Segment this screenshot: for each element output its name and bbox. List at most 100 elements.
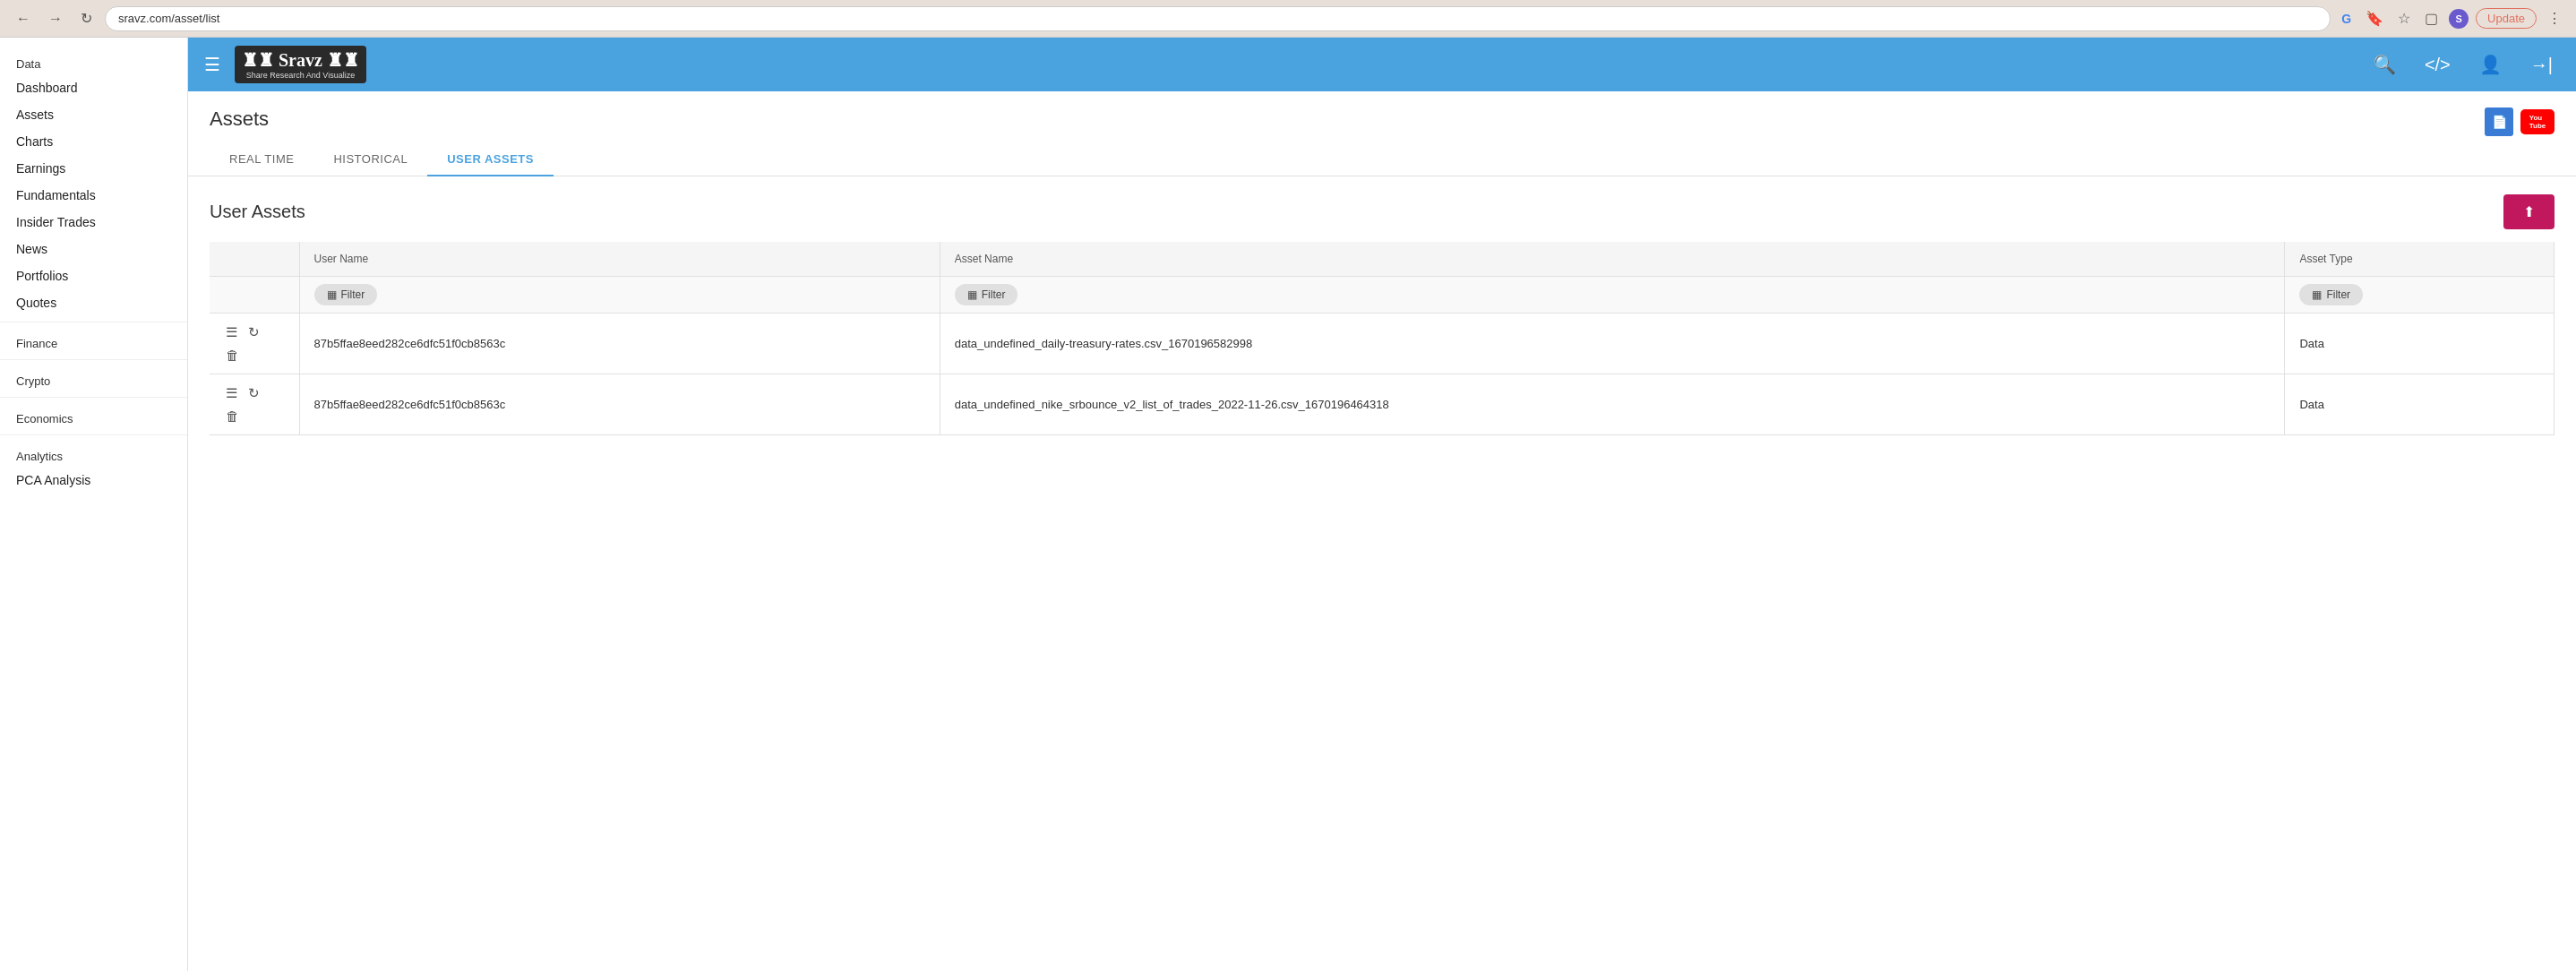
row1-list-button[interactable]: ☰	[224, 322, 239, 342]
top-nav: ☰ ♜♜ Sravz ♜♜ Share Research And Visuali…	[188, 38, 2576, 91]
youtube-icon[interactable]: YouTube	[2520, 109, 2555, 134]
search-icon-button[interactable]: 🔍	[2366, 50, 2403, 79]
forward-button[interactable]: →	[43, 9, 68, 29]
row1-assettype: Data	[2285, 314, 2555, 374]
filter-icon-username: ▦	[327, 288, 337, 301]
back-button[interactable]: ←	[11, 9, 36, 29]
table-row: ☰ ↻ 🗑 87b5ffae8eed282ce6dfc51f0cb8563c d…	[210, 314, 2555, 374]
sidebar-item-portfolios[interactable]: Portfolios	[0, 262, 187, 289]
sidebar-divider-3	[0, 397, 187, 398]
sidebar-section-crypto: Crypto	[0, 365, 187, 391]
sidebar-section-finance: Finance	[0, 328, 187, 354]
section-title: User Assets	[210, 202, 305, 222]
filter-icon-assetname: ▦	[967, 288, 977, 301]
bookmark-button[interactable]: 🔖	[2362, 8, 2387, 29]
row2-actions-cell: ☰ ↻ 🗑	[210, 374, 299, 435]
col-username: User Name	[299, 242, 940, 277]
filter-username-label: Filter	[341, 288, 365, 301]
app-container: Data Dashboard Assets Charts Earnings Fu…	[0, 38, 2576, 971]
sidebar-item-news[interactable]: News	[0, 236, 187, 262]
filter-assetname-button[interactable]: ▦ Filter	[955, 284, 1018, 305]
menu-button[interactable]: ⋮	[2544, 8, 2565, 29]
sidebar-section-data: Data	[0, 48, 187, 74]
page-header: Assets 📄 YouTube	[188, 91, 2576, 136]
filter-icon-assettype: ▦	[2312, 288, 2322, 301]
row2-username: 87b5ffae8eed282ce6dfc51f0cb8563c	[299, 374, 940, 435]
filter-cell-assetname: ▦ Filter	[940, 277, 2285, 314]
row1-actions: ☰ ↻ 🗑	[224, 322, 285, 365]
user-avatar[interactable]: S	[2449, 9, 2469, 29]
reload-button[interactable]: ↻	[75, 8, 98, 29]
row1-actions-cell: ☰ ↻ 🗑	[210, 314, 299, 374]
row2-assetname: data_undefined_nike_srbounce_v2_list_of_…	[940, 374, 2285, 435]
row2-delete-button[interactable]: 🗑	[224, 407, 241, 425]
filter-assettype-button[interactable]: ▦ Filter	[2299, 284, 2363, 305]
sidebar-item-insider-trades[interactable]: Insider Trades	[0, 209, 187, 236]
url-text: sravz.com/asset/list	[118, 12, 219, 25]
browser-actions: G 🔖 ☆ ▢ S Update ⋮	[2338, 8, 2565, 29]
table-filter-row: ▦ Filter ▦ Filter	[210, 277, 2555, 314]
filter-assettype-label: Filter	[2326, 288, 2350, 301]
row1-assetname: data_undefined_daily-treasury-rates.csv_…	[940, 314, 2285, 374]
row2-action-row-bottom: 🗑	[224, 407, 241, 425]
row1-action-row-bottom: 🗑	[224, 346, 241, 365]
star-button[interactable]: ☆	[2394, 8, 2414, 29]
upload-button[interactable]: ⬆	[2503, 194, 2555, 229]
sidebar-item-assets[interactable]: Assets	[0, 101, 187, 128]
sidebar-item-charts[interactable]: Charts	[0, 128, 187, 155]
col-assetname: Asset Name	[940, 242, 2285, 277]
assets-table: User Name Asset Name Asset Type ▦ Filter	[210, 242, 2555, 435]
filter-cell-empty	[210, 277, 299, 314]
filter-username-button[interactable]: ▦ Filter	[314, 284, 378, 305]
logo-box: ♜♜ Sravz ♜♜ Share Research And Visualize	[235, 46, 366, 84]
logout-icon-button[interactable]: →|	[2523, 51, 2560, 79]
extension-button[interactable]: ▢	[2421, 8, 2442, 29]
col-actions	[210, 242, 299, 277]
table-row: ☰ ↻ 🗑 87b5ffae8eed282ce6dfc51f0cb8563c d…	[210, 374, 2555, 435]
row1-action-row-top: ☰ ↻	[224, 322, 262, 342]
update-button[interactable]: Update	[2476, 8, 2537, 29]
sidebar-item-quotes[interactable]: Quotes	[0, 289, 187, 316]
account-icon-button[interactable]: 👤	[2472, 50, 2509, 79]
row2-actions: ☰ ↻ 🗑	[224, 383, 285, 425]
logo-name: ♜♜ Sravz ♜♜	[242, 49, 359, 71]
share-icon-button[interactable]: </>	[2417, 51, 2458, 79]
table-container: User Name Asset Name Asset Type ▦ Filter	[188, 242, 2576, 435]
row1-delete-button[interactable]: 🗑	[224, 346, 241, 365]
sidebar-item-dashboard[interactable]: Dashboard	[0, 74, 187, 101]
tab-real-time[interactable]: REAL TIME	[210, 143, 313, 176]
tabs-bar: REAL TIME HISTORICAL USER ASSETS	[188, 136, 2576, 176]
row2-refresh-button[interactable]: ↻	[246, 383, 262, 403]
row2-assettype: Data	[2285, 374, 2555, 435]
sidebar-item-earnings[interactable]: Earnings	[0, 155, 187, 182]
sidebar-divider-4	[0, 434, 187, 435]
sidebar-item-fundamentals[interactable]: Fundamentals	[0, 182, 187, 209]
row2-action-row-top: ☰ ↻	[224, 383, 262, 403]
hamburger-button[interactable]: ☰	[204, 54, 220, 75]
sidebar: Data Dashboard Assets Charts Earnings Fu…	[0, 38, 188, 971]
tab-historical[interactable]: HISTORICAL	[313, 143, 427, 176]
filter-cell-username: ▦ Filter	[299, 277, 940, 314]
address-bar[interactable]: sravz.com/asset/list	[105, 6, 2331, 31]
logo-area: ♜♜ Sravz ♜♜ Share Research And Visualize	[235, 46, 366, 84]
row2-list-button[interactable]: ☰	[224, 383, 239, 403]
filter-cell-assettype: ▦ Filter	[2285, 277, 2555, 314]
upload-icon: ⬆	[2523, 203, 2535, 220]
table-header-row: User Name Asset Name Asset Type	[210, 242, 2555, 277]
tab-user-assets[interactable]: USER ASSETS	[427, 143, 554, 176]
sidebar-section-analytics: Analytics	[0, 441, 187, 467]
main-content: Assets 📄 YouTube REAL TIME HISTORICAL US…	[188, 91, 2576, 971]
row1-refresh-button[interactable]: ↻	[246, 322, 262, 342]
sidebar-section-economics: Economics	[0, 403, 187, 429]
section-header: User Assets ⬆	[188, 176, 2576, 242]
page-title: Assets	[210, 107, 269, 131]
logo-sub: Share Research And Visualize	[246, 71, 355, 81]
col-assettype: Asset Type	[2285, 242, 2555, 277]
sidebar-item-pca-analysis[interactable]: PCA Analysis	[0, 467, 187, 494]
google-button[interactable]: G	[2338, 10, 2355, 28]
filter-assetname-label: Filter	[982, 288, 1006, 301]
sidebar-divider-2	[0, 359, 187, 360]
header-icons: 📄 YouTube	[2485, 107, 2555, 136]
docs-icon[interactable]: 📄	[2485, 107, 2513, 136]
row1-username: 87b5ffae8eed282ce6dfc51f0cb8563c	[299, 314, 940, 374]
